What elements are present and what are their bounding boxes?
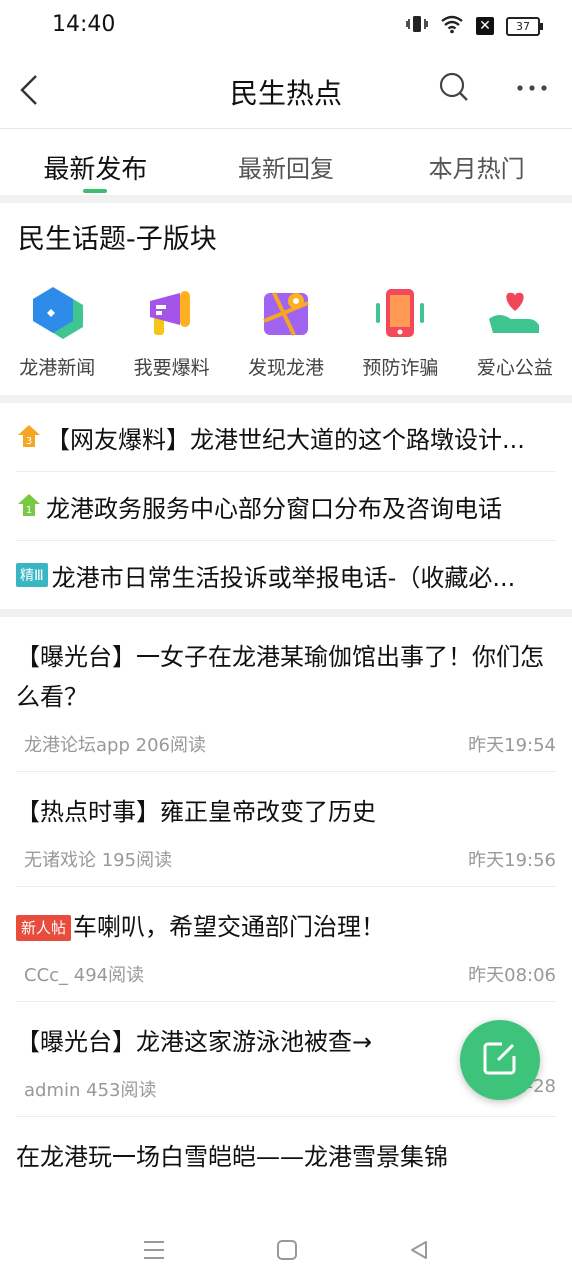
pinned-item[interactable]: 3 【网友爆料】龙港世纪大道的这个路墩设计...	[16, 403, 556, 472]
post-title: 【曝光台】一女子在龙港某瑜伽馆出事了！你们怎么看？	[16, 643, 544, 711]
tab-indicator	[83, 189, 108, 193]
featured-badge: 精Ⅲ	[16, 563, 48, 587]
wifi-icon	[440, 14, 464, 38]
post-item[interactable]: 新人帖 车喇叭，希望交通部门治理！ CCc_ 494阅读 昨天08:06	[16, 887, 556, 1002]
tab-monthly-hot[interactable]: 本月热门	[381, 129, 572, 195]
post-author: CCc_	[24, 965, 69, 986]
home-icon[interactable]	[276, 1239, 298, 1265]
post-title-row: 新人帖 车喇叭，希望交通部门治理！	[16, 907, 556, 947]
pinned-item[interactable]: 1 龙港政务服务中心部分窗口分布及咨询电话	[16, 472, 556, 541]
pinned-item[interactable]: 精Ⅲ 龙港市日常生活投诉或举报电话-（收藏必...	[16, 541, 556, 609]
battery-icon: 37	[506, 16, 543, 36]
phone-icon	[368, 281, 432, 345]
pinned-title: 【网友爆料】龙港世纪大道的这个路墩设计...	[46, 425, 525, 454]
search-icon[interactable]	[436, 70, 472, 106]
pinned-list: 3 【网友爆料】龙港世纪大道的这个路墩设计... 1 龙港政务服务中心部分窗口分…	[0, 403, 572, 609]
post-reads: 206阅读	[135, 735, 206, 756]
megaphone-icon	[140, 281, 204, 345]
new-user-badge: 新人帖	[16, 915, 72, 941]
tab-bar: 最新发布 最新回复 本月热门	[0, 129, 572, 195]
hexagon-icon	[25, 281, 89, 345]
divider	[0, 395, 572, 403]
post-author: 龙港论坛app	[24, 735, 130, 756]
top-rank-icon: 1	[16, 492, 42, 521]
post-reads: 494阅读	[73, 965, 145, 986]
post-time: 昨天19:54	[468, 735, 556, 756]
heart-hand-icon	[483, 281, 547, 345]
svg-text:1: 1	[26, 505, 32, 516]
subforum-label: 爱心公益	[476, 357, 553, 379]
page-title: 民生热点	[229, 77, 342, 110]
subforum-grid: 龙港新闻 我要爆料 发现龙港 预防诈骗 爱心公益	[0, 267, 572, 395]
no-sim-icon: ✕	[476, 17, 494, 35]
post-item[interactable]: 【曝光台】一女子在龙港某瑜伽馆出事了！你们怎么看？ 龙港论坛app 206阅读 …	[16, 617, 556, 772]
subforum-report[interactable]: 我要爆料	[114, 271, 228, 395]
compose-button[interactable]	[460, 1020, 540, 1100]
post-meta: 龙港论坛app 206阅读 昨天19:54	[16, 731, 556, 757]
status-time: 14:40	[52, 12, 116, 37]
tab-label: 最新回复	[238, 155, 334, 183]
post-meta: 无诸戏论 195阅读 昨天19:56	[16, 846, 556, 872]
section-title: 民生话题-子版块	[18, 224, 217, 255]
top-rank-icon: 3	[16, 423, 42, 452]
pinned-title: 龙港政务服务中心部分窗口分布及咨询电话	[46, 494, 502, 523]
divider	[0, 195, 572, 203]
tab-label: 本月热门	[428, 155, 525, 183]
post-time: 昨天19:56	[468, 850, 556, 871]
status-bar: 14:40 ✕ 37	[0, 0, 572, 50]
vibrate-icon	[406, 14, 428, 38]
nav-bar: 民生热点	[0, 50, 572, 129]
menu-icon[interactable]	[142, 1239, 166, 1265]
post-list: 【曝光台】一女子在龙港某瑜伽馆出事了！你们怎么看？ 龙港论坛app 206阅读 …	[0, 617, 572, 1191]
post-author: 无诸戏论	[24, 850, 96, 871]
svg-text:3: 3	[26, 436, 32, 447]
more-icon[interactable]	[514, 78, 550, 98]
map-pin-icon	[254, 281, 318, 345]
post-reads: 195阅读	[101, 850, 173, 871]
post-title: 车喇叭，希望交通部门治理！	[73, 913, 386, 941]
subforum-label: 我要爆料	[133, 357, 210, 379]
subforum-label: 发现龙港	[248, 357, 325, 379]
subforum-news[interactable]: 龙港新闻	[0, 271, 114, 395]
tab-latest-posts[interactable]: 最新发布	[0, 129, 191, 195]
system-nav-bar	[0, 1224, 572, 1280]
edit-icon	[480, 1038, 520, 1082]
subforum-label: 龙港新闻	[19, 357, 96, 379]
subforum-label: 预防诈骗	[362, 357, 439, 379]
status-icons: ✕ 37	[406, 14, 543, 38]
pinned-title: 龙港市日常生活投诉或举报电话-（收藏必...	[51, 563, 516, 592]
post-reads: 453阅读	[86, 1080, 157, 1101]
subforum-discover[interactable]: 发现龙港	[229, 271, 343, 395]
post-time: 昨天08:06	[468, 965, 556, 986]
tab-label: 最新发布	[43, 155, 148, 185]
subforum-charity[interactable]: 爱心公益	[458, 271, 572, 395]
post-meta: CCc_ 494阅读 昨天08:06	[16, 961, 556, 987]
subforum-antifraud[interactable]: 预防诈骗	[343, 271, 457, 395]
back-nav-icon[interactable]	[408, 1239, 430, 1265]
post-title: 在龙港玩一场白雪皑皑——龙港雪景集锦	[16, 1143, 448, 1171]
tab-latest-replies[interactable]: 最新回复	[191, 129, 382, 195]
post-author: admin	[24, 1080, 81, 1101]
divider	[0, 609, 572, 617]
post-item[interactable]: 在龙港玩一场白雪皑皑——龙港雪景集锦	[16, 1117, 556, 1191]
post-title: 【热点时事】雍正皇帝改变了历史	[16, 798, 376, 826]
post-item[interactable]: 【热点时事】雍正皇帝改变了历史 无诸戏论 195阅读 昨天19:56	[16, 772, 556, 887]
